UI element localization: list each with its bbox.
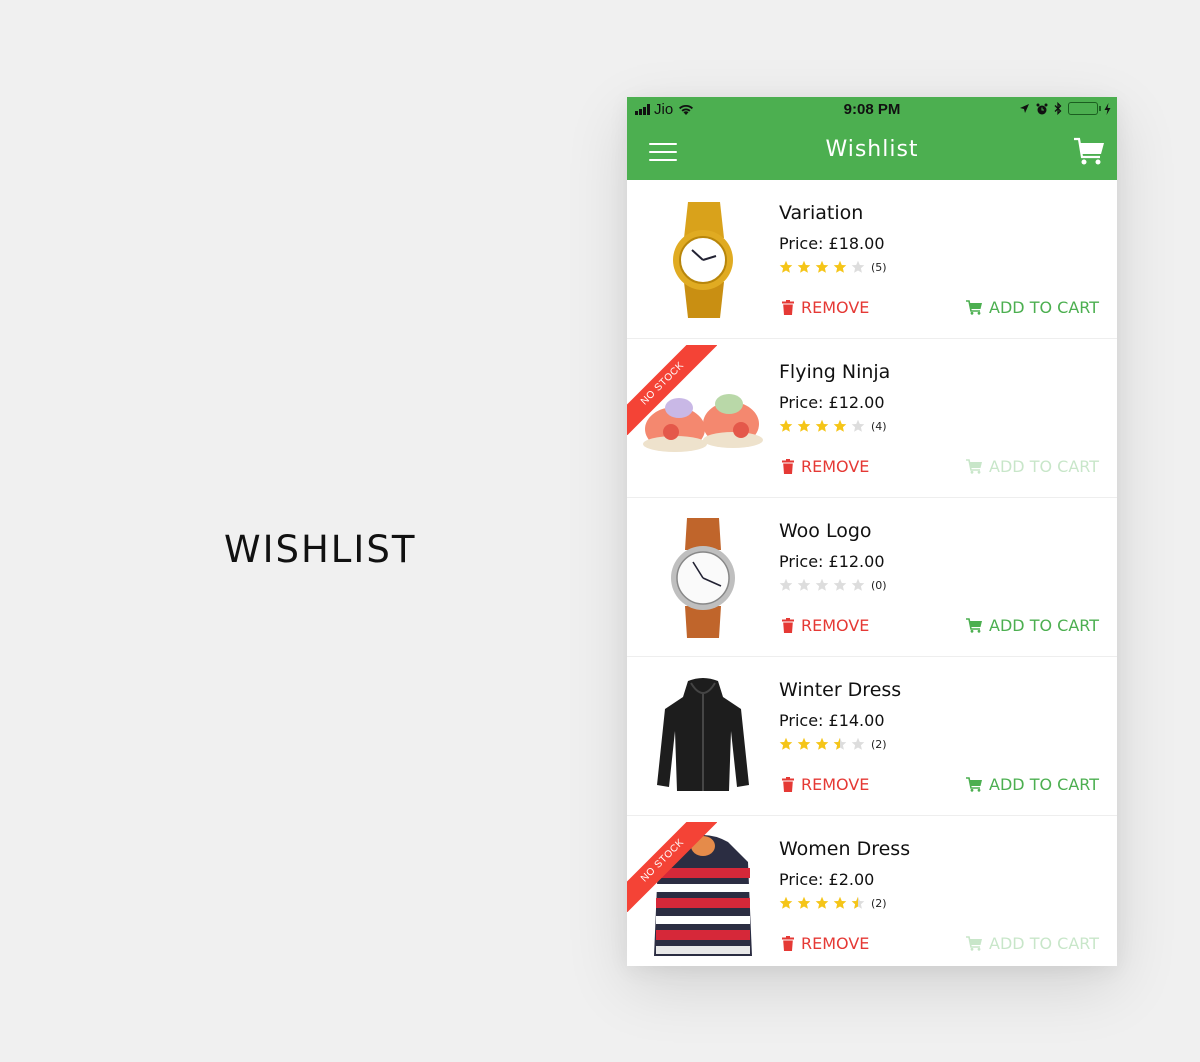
trash-icon <box>782 936 794 951</box>
remove-label: REMOVE <box>801 934 870 953</box>
star-filled-icon <box>833 896 847 909</box>
star-filled-icon <box>779 419 793 432</box>
product-price: Price: £12.00 <box>779 393 885 412</box>
remove-button[interactable]: REMOVE <box>782 457 869 476</box>
product-name[interactable]: Winter Dress <box>779 679 1101 701</box>
alarm-icon <box>1036 103 1048 114</box>
product-rating: (4) <box>779 419 1101 433</box>
bluetooth-icon <box>1054 102 1062 115</box>
wishlist-item[interactable]: NO STOCK Women Dress Price: £2.00 (2) REMOVE… <box>627 816 1117 966</box>
product-rating: (2) <box>779 896 1101 910</box>
product-price: Price: £18.00 <box>779 234 885 253</box>
star-filled-icon <box>833 260 847 273</box>
phone-screen: Jio 9:08 PM Wishlist Variation Price: £18… <box>627 97 1117 966</box>
star-filled-icon <box>779 737 793 750</box>
review-count: (2) <box>871 896 887 910</box>
cart-small-icon <box>966 459 983 474</box>
status-bar: Jio 9:08 PM <box>627 97 1117 124</box>
product-name[interactable]: Women Dress <box>779 838 1101 860</box>
add-to-cart-label: ADD TO CART <box>989 298 1099 317</box>
star-filled-icon <box>815 896 829 909</box>
page-heading: WISHLIST <box>224 528 417 571</box>
product-rating: (0) <box>779 578 1101 592</box>
star-filled-icon <box>797 896 811 909</box>
review-count: (5) <box>871 260 887 274</box>
charging-icon <box>1104 102 1111 115</box>
star-empty-icon <box>779 578 793 591</box>
review-count: (0) <box>871 578 887 592</box>
add-to-cart-label: ADD TO CART <box>989 457 1099 476</box>
product-rating: (5) <box>779 260 1101 274</box>
product-rating: (2) <box>779 737 1101 751</box>
star-empty-icon <box>851 578 865 591</box>
review-count: (2) <box>871 737 887 751</box>
product-image[interactable] <box>639 834 767 958</box>
trash-icon <box>782 777 794 792</box>
star-empty-icon <box>851 260 865 273</box>
cart-small-icon <box>966 300 983 315</box>
star-empty-icon <box>833 578 847 591</box>
star-filled-icon <box>815 260 829 273</box>
product-price: Price: £14.00 <box>779 711 885 730</box>
star-filled-icon <box>779 896 793 909</box>
product-image[interactable] <box>639 357 767 481</box>
remove-label: REMOVE <box>801 457 870 476</box>
product-price: Price: £2.00 <box>779 870 875 889</box>
cart-icon <box>1074 137 1104 165</box>
remove-button[interactable]: REMOVE <box>782 298 869 317</box>
star-half-icon <box>833 737 847 750</box>
cart-small-icon <box>966 777 983 792</box>
product-price: Price: £12.00 <box>779 552 885 571</box>
battery-icon <box>1068 102 1101 115</box>
cart-small-icon <box>966 618 983 633</box>
add-to-cart-label: ADD TO CART <box>989 616 1099 635</box>
star-empty-icon <box>797 578 811 591</box>
star-empty-icon <box>851 419 865 432</box>
trash-icon <box>782 618 794 633</box>
star-empty-icon <box>851 737 865 750</box>
remove-label: REMOVE <box>801 616 870 635</box>
star-empty-icon <box>815 578 829 591</box>
wishlist-item[interactable]: Woo Logo Price: £12.00 (0) REMOVE ADD TO CAR… <box>627 498 1117 657</box>
remove-button[interactable]: REMOVE <box>782 616 869 635</box>
remove-button[interactable]: REMOVE <box>782 775 869 794</box>
app-bar: Wishlist <box>627 124 1117 180</box>
app-title: Wishlist <box>825 137 919 162</box>
wishlist-item[interactable]: NO STOCK Flying Ninja Price: £12.00 (4) REMO… <box>627 339 1117 498</box>
star-filled-icon <box>815 737 829 750</box>
product-name[interactable]: Flying Ninja <box>779 361 1101 383</box>
star-filled-icon <box>797 260 811 273</box>
product-name[interactable]: Variation <box>779 202 1101 224</box>
add-to-cart-button: ADD TO CART <box>966 457 1099 476</box>
product-name[interactable]: Woo Logo <box>779 520 1101 542</box>
wishlist-item[interactable]: Winter Dress Price: £14.00 (2) REMOVE ADD TO… <box>627 657 1117 816</box>
add-to-cart-button[interactable]: ADD TO CART <box>966 616 1099 635</box>
trash-icon <box>782 459 794 474</box>
product-image[interactable] <box>639 198 767 322</box>
add-to-cart-button: ADD TO CART <box>966 934 1099 953</box>
wishlist-item[interactable]: Variation Price: £18.00 (5) REMOVE ADD TO CA… <box>627 180 1117 339</box>
star-filled-icon <box>833 419 847 432</box>
star-filled-icon <box>815 419 829 432</box>
review-count: (4) <box>871 419 887 433</box>
remove-button[interactable]: REMOVE <box>782 934 869 953</box>
add-to-cart-label: ADD TO CART <box>989 934 1099 953</box>
cart-button[interactable] <box>1073 136 1105 168</box>
star-filled-icon <box>797 419 811 432</box>
add-to-cart-button[interactable]: ADD TO CART <box>966 775 1099 794</box>
location-icon <box>1020 104 1029 113</box>
star-filled-icon <box>797 737 811 750</box>
star-half-icon <box>851 896 865 909</box>
trash-icon <box>782 300 794 315</box>
remove-label: REMOVE <box>801 775 870 794</box>
add-to-cart-label: ADD TO CART <box>989 775 1099 794</box>
wishlist-list: Variation Price: £18.00 (5) REMOVE ADD TO CA… <box>627 180 1117 966</box>
remove-label: REMOVE <box>801 298 870 317</box>
product-image[interactable] <box>639 516 767 640</box>
star-filled-icon <box>779 260 793 273</box>
add-to-cart-button[interactable]: ADD TO CART <box>966 298 1099 317</box>
cart-small-icon <box>966 936 983 951</box>
product-image[interactable] <box>639 675 767 799</box>
